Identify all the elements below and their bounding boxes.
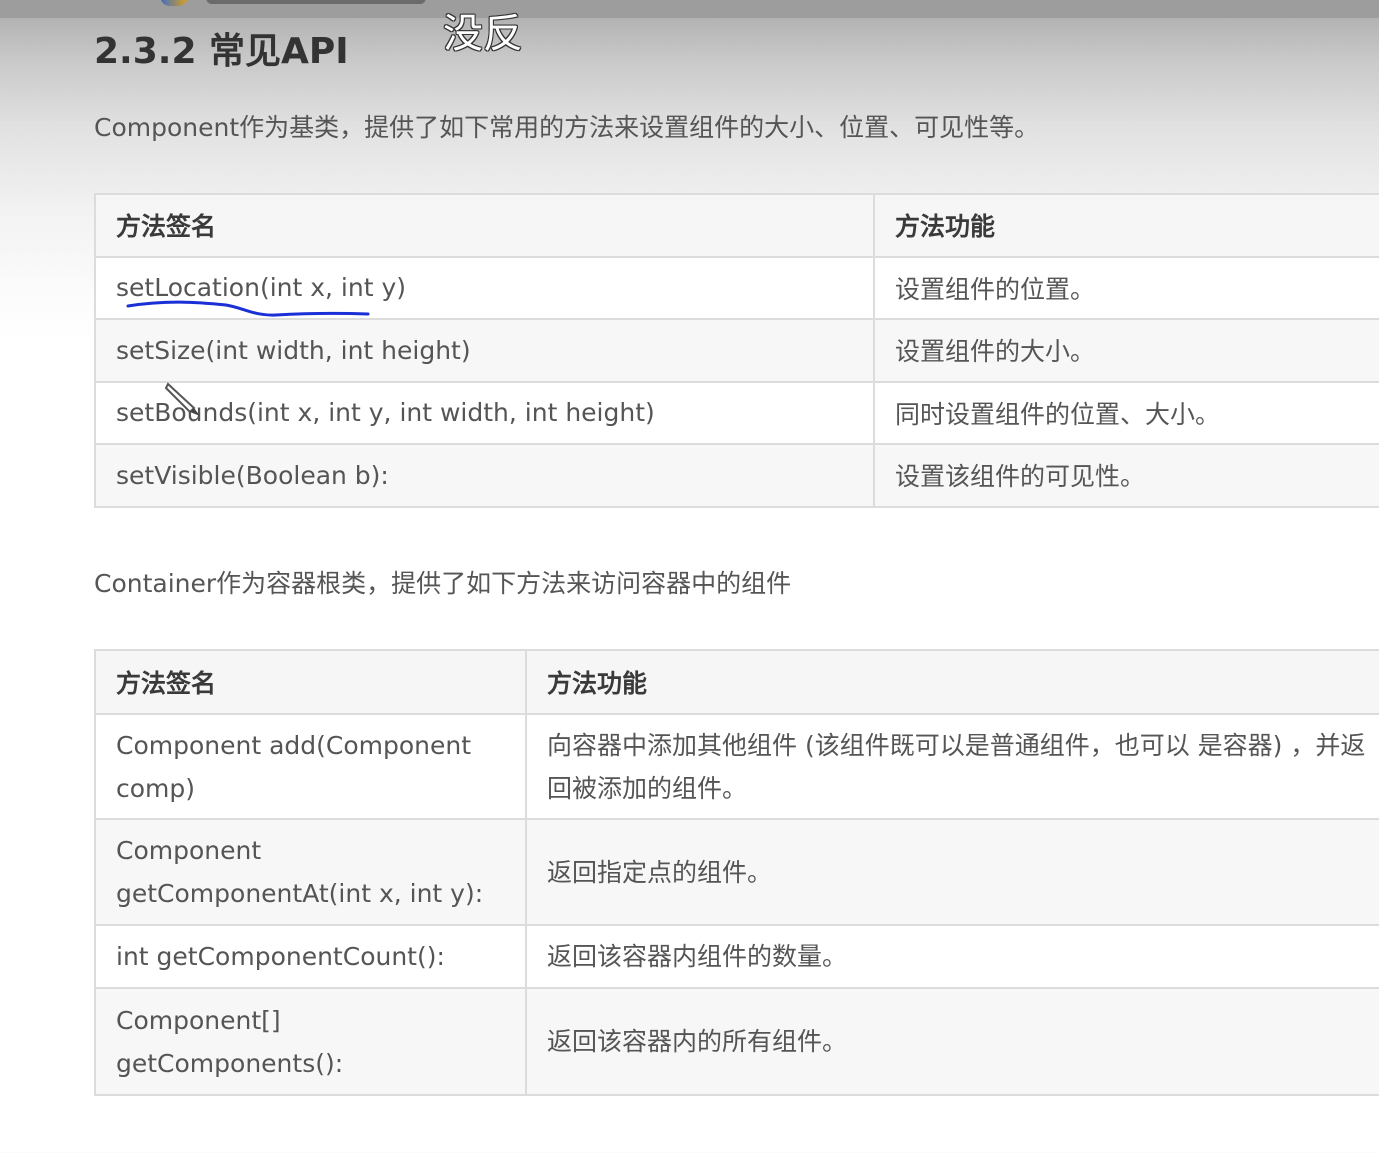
method-signature: setLocation(int x, int y)	[94, 255, 875, 320]
method-function: 设置组件的大小。	[873, 318, 1379, 383]
method-signature: setVisible(Boolean b):	[94, 443, 875, 508]
method-function: 返回该容器内组件的数量。	[525, 924, 1379, 989]
component-methods-table: 方法签名 方法功能 setLocation(int x, int y) 设置组件…	[94, 193, 1379, 508]
method-signature: Component[] getComponents():	[94, 987, 527, 1096]
header-signature: 方法签名	[94, 193, 875, 258]
method-function: 设置组件的位置。	[873, 255, 1379, 320]
header-function: 方法功能	[873, 193, 1379, 258]
method-signature: Component add(Component comp)	[94, 713, 527, 820]
table-row: setSize(int width, int height) 设置组件的大小。	[94, 318, 1379, 383]
cropped-heading-fragment	[160, 0, 430, 8]
method-function: 返回该容器内的所有组件。	[525, 987, 1379, 1096]
method-function: 设置该组件的可见性。	[873, 443, 1379, 508]
method-signature: Component getComponentAt(int x, int y):	[94, 818, 527, 926]
table-header-row: 方法签名 方法功能	[94, 193, 1379, 258]
table-row: Component add(Component comp) 向容器中添加其他组件…	[94, 713, 1379, 820]
method-function: 同时设置组件的位置、大小。	[873, 380, 1379, 445]
method-signature: setSize(int width, int height)	[94, 318, 875, 383]
component-intro: Component作为基类，提供了如下常用的方法来设置组件的大小、位置、可见性等…	[94, 113, 1040, 142]
method-function: 返回指定点的组件。	[525, 818, 1379, 926]
table-row: setLocation(int x, int y) 设置组件的位置。	[94, 255, 1379, 320]
table-row: int getComponentCount(): 返回该容器内组件的数量。	[94, 924, 1379, 989]
method-function: 向容器中添加其他组件 (该组件既可以是普通组件，也可以 是容器) ，并返回被添加…	[525, 713, 1379, 820]
container-intro: Container作为容器根类，提供了如下方法来访问容器中的组件	[94, 569, 792, 598]
handwritten-annotation: 没反	[443, 11, 523, 57]
header-signature: 方法签名	[94, 649, 527, 715]
table-row: setBounds(int x, int y, int width, int h…	[94, 380, 1379, 445]
table-header-row: 方法签名 方法功能	[94, 649, 1379, 715]
section-title: 2.3.2 常见API	[94, 31, 349, 72]
container-methods-table: 方法签名 方法功能 Component add(Component comp) …	[94, 649, 1379, 1096]
cropped-text-remnant	[206, 0, 426, 4]
header-function: 方法功能	[525, 649, 1379, 715]
method-signature: int getComponentCount():	[94, 924, 527, 989]
table-row: Component getComponentAt(int x, int y): …	[94, 818, 1379, 926]
table-row: setVisible(Boolean b): 设置该组件的可见性。	[94, 443, 1379, 508]
cropped-icon	[160, 0, 188, 6]
method-signature: setBounds(int x, int y, int width, int h…	[94, 380, 875, 445]
table-row: Component[] getComponents(): 返回该容器内的所有组件…	[94, 987, 1379, 1096]
